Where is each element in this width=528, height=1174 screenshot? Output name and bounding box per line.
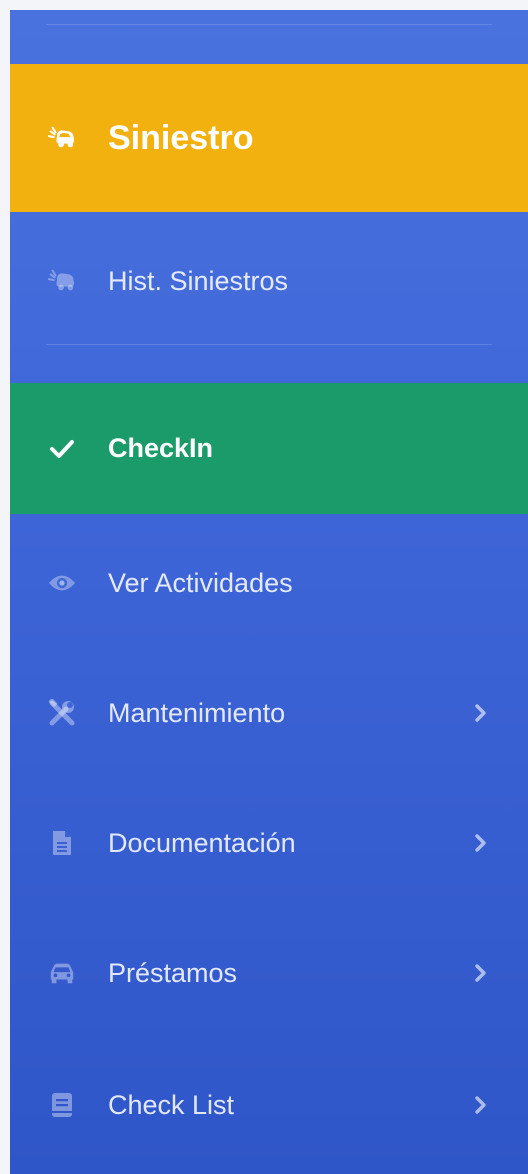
sidebar-item-check-list[interactable]: Check List [10, 1040, 528, 1170]
sidebar-item-siniestro[interactable]: Siniestro [10, 64, 528, 212]
sidebar-item-label: Check List [108, 1089, 235, 1120]
sidebar-item-ver-actividades[interactable]: Ver Actividades [10, 518, 528, 648]
sidebar-divider [46, 344, 492, 345]
sidebar-item-label: Préstamos [108, 957, 238, 988]
book-icon [48, 1091, 76, 1119]
sidebar-divider [46, 24, 492, 25]
chevron-right-icon [472, 831, 490, 855]
chevron-right-icon [472, 961, 490, 985]
sidebar-item-mantenimiento[interactable]: Mantenimiento [10, 648, 528, 778]
car-crash-icon [48, 267, 76, 295]
chevron-right-icon [472, 1093, 490, 1117]
sidebar-item-label: Siniestro [108, 118, 254, 157]
sidebar-item-documentacion[interactable]: Documentación [10, 778, 528, 908]
sidebar: Siniestro Hist. Siniestros CheckIn Ver A… [10, 10, 528, 1174]
sidebar-item-label: Hist. Siniestros [108, 265, 289, 296]
check-icon [48, 435, 76, 463]
sidebar-item-hist-siniestros[interactable]: Hist. Siniestros [10, 216, 528, 346]
tools-icon [48, 699, 76, 727]
sidebar-item-label: Mantenimiento [108, 697, 286, 728]
sidebar-item-prestamos[interactable]: Préstamos [10, 908, 528, 1038]
sidebar-item-checkin[interactable]: CheckIn [10, 383, 528, 514]
sidebar-item-label: Ver Actividades [108, 567, 293, 598]
car-crash-icon [48, 124, 76, 152]
sidebar-item-label: Documentación [108, 827, 296, 858]
eye-icon [48, 569, 76, 597]
car-icon [48, 959, 76, 987]
chevron-right-icon [472, 701, 490, 725]
sidebar-item-label: CheckIn [108, 433, 214, 463]
file-icon [48, 829, 76, 857]
